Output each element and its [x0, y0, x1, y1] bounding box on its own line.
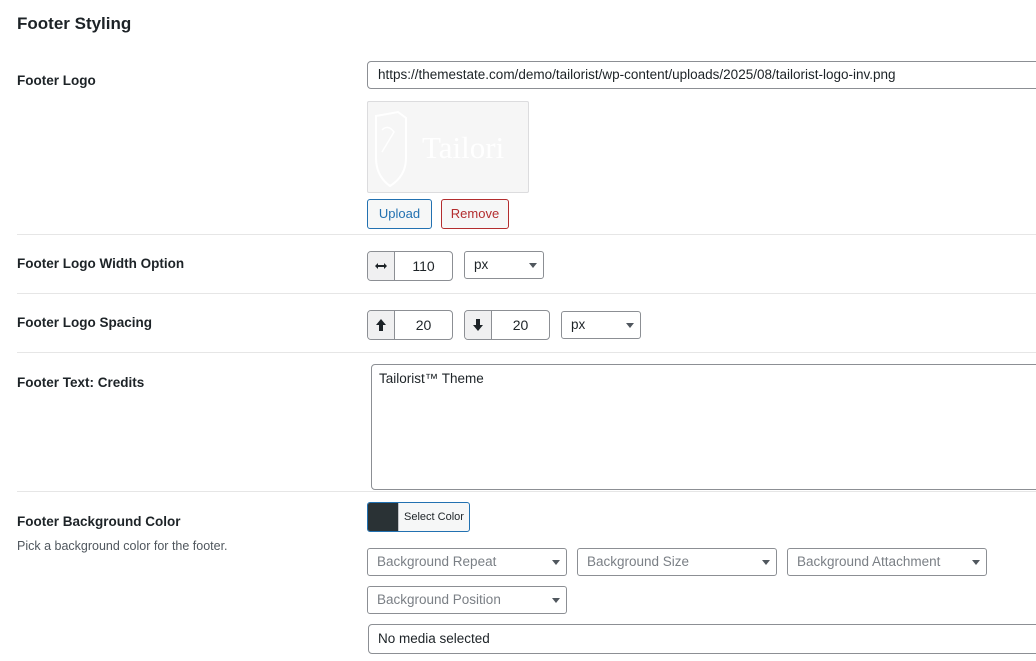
footer-credits-textarea[interactable]: Tailorist™ Theme: [371, 364, 1036, 490]
chevron-down-icon: [529, 263, 537, 268]
chevron-down-icon: [762, 560, 770, 565]
background-size-placeholder: Background Size: [587, 554, 690, 569]
footer-background-label: Footer Background Color: [17, 514, 181, 529]
arrow-down-icon: [465, 311, 492, 339]
spacing-unit-select[interactable]: px: [561, 311, 641, 339]
spacing-bottom-field[interactable]: 20: [464, 310, 550, 340]
background-attachment-select[interactable]: Background Attachment: [787, 548, 987, 576]
background-position-placeholder: Background Position: [377, 592, 501, 607]
horizontal-resize-icon: [368, 252, 395, 280]
background-size-select[interactable]: Background Size: [577, 548, 777, 576]
chevron-down-icon: [552, 598, 560, 603]
footer-background-description: Pick a background color for the footer.: [17, 539, 228, 553]
footer-logo-preview: Tailori: [367, 101, 529, 193]
spacing-top-input[interactable]: 20: [395, 311, 452, 339]
chevron-down-icon: [626, 323, 634, 328]
logo-image: Tailori: [375, 110, 505, 188]
background-media-field[interactable]: No media selected: [368, 624, 1036, 654]
footer-logo-spacing-label: Footer Logo Spacing: [17, 315, 152, 330]
logo-width-unit: px: [474, 257, 489, 272]
upload-button[interactable]: Upload: [367, 199, 432, 229]
select-color-label: Select Color: [404, 511, 464, 523]
color-swatch: [368, 503, 399, 531]
background-position-select[interactable]: Background Position: [367, 586, 567, 614]
logo-width-input[interactable]: 110: [395, 252, 452, 280]
footer-logo-url-input[interactable]: https://themestate.com/demo/tailorist/wp…: [367, 61, 1036, 89]
footer-logo-width-label: Footer Logo Width Option: [17, 256, 185, 271]
spacing-bottom-input[interactable]: 20: [492, 311, 549, 339]
divider: [17, 352, 1036, 353]
logo-width-field[interactable]: 110: [367, 251, 453, 281]
select-color-button[interactable]: Select Color: [367, 502, 470, 532]
divider: [17, 491, 1036, 492]
chevron-down-icon: [972, 560, 980, 565]
background-repeat-select[interactable]: Background Repeat: [367, 548, 567, 576]
divider: [17, 234, 1036, 235]
background-attachment-placeholder: Background Attachment: [797, 554, 941, 569]
background-repeat-placeholder: Background Repeat: [377, 554, 497, 569]
remove-button[interactable]: Remove: [441, 199, 509, 229]
logo-wordmark: Tailori: [422, 130, 505, 165]
footer-credits-label: Footer Text: Credits: [17, 375, 145, 390]
chevron-down-icon: [552, 560, 560, 565]
footer-logo-label: Footer Logo: [17, 73, 96, 88]
spacing-unit: px: [571, 317, 586, 332]
section-title: Footer Styling: [17, 14, 132, 33]
divider: [17, 293, 1036, 294]
logo-width-unit-select[interactable]: px: [464, 251, 544, 279]
arrow-up-icon: [368, 311, 395, 339]
spacing-top-field[interactable]: 20: [367, 310, 453, 340]
